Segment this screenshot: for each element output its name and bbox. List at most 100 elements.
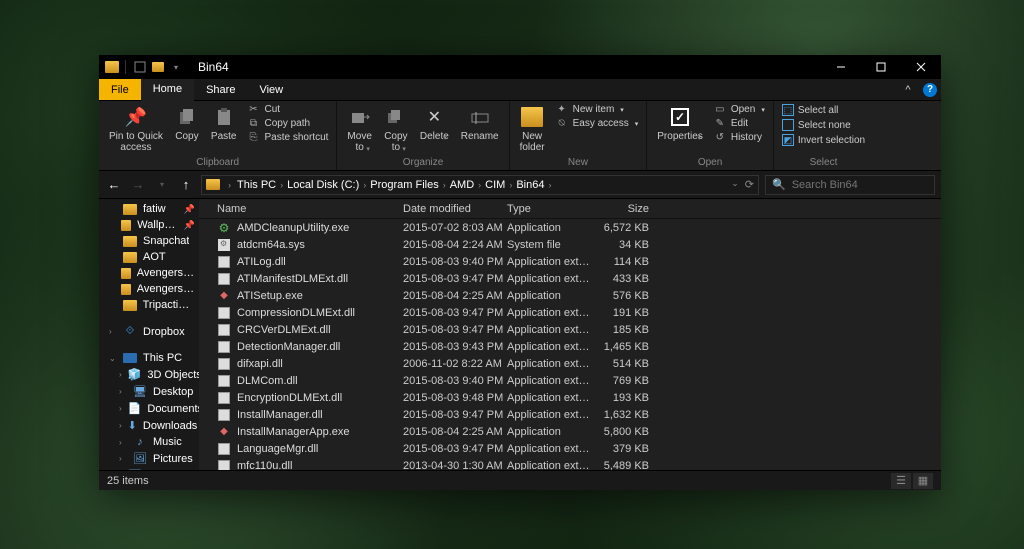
pin-quick-access-button[interactable]: 📌 Pin to Quick access	[105, 103, 167, 155]
copy-button[interactable]: Copy	[171, 103, 203, 144]
maximize-button[interactable]	[861, 55, 901, 79]
chevron-right-icon[interactable]: ›	[109, 327, 117, 336]
close-button[interactable]	[901, 55, 941, 79]
sidebar-item[interactable]: Tripactions	[99, 297, 199, 313]
breadcrumb[interactable]: CIM	[483, 179, 507, 191]
table-row[interactable]: ◆InstallManagerApp.exe2015-08-04 2:25 AM…	[199, 423, 941, 440]
sidebar-item[interactable]: ›📄Documents	[99, 400, 199, 417]
chevron-right-icon[interactable]: ›	[441, 180, 448, 190]
qat-properties-icon[interactable]	[132, 59, 148, 75]
view-details-button[interactable]: ☰	[891, 473, 911, 489]
file-type: Application exten...	[507, 324, 593, 336]
easy-access-button[interactable]: ⍉Easy access▾	[553, 117, 641, 130]
column-date[interactable]: Date modified	[403, 203, 507, 215]
sidebar-item-dropbox[interactable]: › ⟐ Dropbox	[99, 323, 199, 340]
minimize-button[interactable]	[821, 55, 861, 79]
select-all-icon: ⬚	[782, 104, 794, 116]
chevron-right-icon[interactable]: ›	[119, 404, 122, 413]
address-bar[interactable]: › This PC›Local Disk (C:)›Program Files›…	[201, 175, 759, 195]
sidebar-item-thispc[interactable]: ⌄ This PC	[99, 350, 199, 366]
chevron-right-icon[interactable]: ›	[119, 454, 127, 463]
sidebar-item[interactable]: ›⬇Downloads	[99, 417, 199, 434]
chevron-right-icon[interactable]: ›	[119, 421, 122, 430]
sidebar-item[interactable]: Avengers Infinity	[99, 281, 199, 297]
table-row[interactable]: difxapi.dll2006-11-02 8:22 AMApplication…	[199, 355, 941, 372]
table-row[interactable]: DetectionManager.dll2015-08-03 9:43 PMAp…	[199, 338, 941, 355]
address-dropdown-icon[interactable]: ⌄	[731, 178, 739, 191]
help-button[interactable]: ?	[919, 79, 941, 100]
table-row[interactable]: mfc110u.dll2013-04-30 1:30 AMApplication…	[199, 457, 941, 470]
dll-icon	[218, 256, 230, 268]
tab-share[interactable]: Share	[194, 79, 247, 100]
breadcrumb[interactable]: AMD	[448, 179, 476, 191]
copy-path-button[interactable]: ⧉Copy path	[245, 117, 331, 130]
table-row[interactable]: EncryptionDLMExt.dll2015-08-03 9:48 PMAp…	[199, 389, 941, 406]
column-type[interactable]: Type	[507, 203, 593, 215]
new-folder-button[interactable]: New folder	[516, 103, 549, 155]
chevron-right-icon[interactable]: ›	[119, 370, 122, 379]
sidebar-item[interactable]: Avengers Endga	[99, 265, 199, 281]
chevron-right-icon[interactable]: ›	[226, 180, 233, 190]
sidebar-item[interactable]: ›♪Music	[99, 434, 199, 450]
rename-button[interactable]: Rename	[457, 103, 503, 144]
new-item-button[interactable]: ✦New item▾	[553, 103, 641, 116]
invert-selection-button[interactable]: ◩Invert selection	[780, 133, 867, 147]
back-button[interactable]: ←	[105, 177, 123, 192]
search-input[interactable]	[792, 179, 928, 191]
up-button[interactable]: ↑	[177, 177, 195, 192]
table-row[interactable]: LanguageMgr.dll2015-08-03 9:47 PMApplica…	[199, 440, 941, 457]
tab-home[interactable]: Home	[141, 79, 194, 101]
select-all-button[interactable]: ⬚Select all	[780, 103, 867, 117]
properties-button[interactable]: ✓ Properties ▾	[653, 103, 707, 144]
tab-view[interactable]: View	[247, 79, 295, 100]
chevron-right-icon[interactable]: ›	[546, 180, 553, 190]
table-row[interactable]: DLMCom.dll2015-08-03 9:40 PMApplication …	[199, 372, 941, 389]
history-button[interactable]: ↺History	[711, 131, 767, 144]
qat-dropdown-icon[interactable]: ▾	[168, 59, 184, 75]
table-row[interactable]: CompressionDLMExt.dll2015-08-03 9:47 PMA…	[199, 304, 941, 321]
file-name: CRCVerDLMExt.dll	[237, 324, 403, 336]
breadcrumb[interactable]: Program Files	[368, 179, 440, 191]
breadcrumb[interactable]: This PC	[235, 179, 278, 191]
sidebar-item[interactable]: ›🖥Desktop	[99, 383, 199, 400]
table-row[interactable]: CRCVerDLMExt.dll2015-08-03 9:47 PMApplic…	[199, 321, 941, 338]
open-button[interactable]: ▭Open▾	[711, 103, 767, 116]
tab-file[interactable]: File	[99, 79, 141, 100]
sidebar-item[interactable]: Snapchat	[99, 233, 199, 249]
sidebar-item[interactable]: ›🧊3D Objects	[99, 366, 199, 383]
table-row[interactable]: ⚙AMDCleanupUtility.exe2015-07-02 8:03 AM…	[199, 219, 941, 236]
chevron-right-icon[interactable]: ›	[119, 387, 127, 396]
table-row[interactable]: InstallManager.dll2015-08-03 9:47 PMAppl…	[199, 406, 941, 423]
forward-button[interactable]: →	[129, 177, 147, 192]
copy-to-button[interactable]: Copy to ▾	[380, 103, 412, 155]
sidebar-item[interactable]: fatiw📌	[99, 201, 199, 217]
dll-icon	[218, 409, 230, 421]
edit-button[interactable]: ✎Edit	[711, 117, 767, 130]
view-thumbnails-button[interactable]: ▦	[913, 473, 933, 489]
table-row[interactable]: ATILog.dll2015-08-03 9:40 PMApplication …	[199, 253, 941, 270]
table-row[interactable]: ◆ATISetup.exe2015-08-04 2:25 AMApplicati…	[199, 287, 941, 304]
sidebar-item[interactable]: Wallpapers📌	[99, 217, 199, 233]
column-size[interactable]: Size	[593, 203, 655, 215]
sidebar-item[interactable]: AOT	[99, 249, 199, 265]
table-row[interactable]: atdcm64a.sys2015-08-04 2:24 AMSystem fil…	[199, 236, 941, 253]
select-none-button[interactable]: Select none	[780, 118, 867, 132]
ribbon-collapse-icon[interactable]: ^	[897, 79, 919, 100]
recent-locations-button[interactable]: ▾	[153, 180, 171, 189]
qat-newfolder-icon[interactable]	[150, 59, 166, 75]
search-box[interactable]: 🔍	[765, 175, 935, 195]
delete-button[interactable]: ✕ Delete ▾	[416, 103, 453, 144]
table-row[interactable]: ATIManifestDLMExt.dll2015-08-03 9:47 PMA…	[199, 270, 941, 287]
chevron-down-icon[interactable]: ⌄	[109, 354, 117, 363]
column-name[interactable]: Name	[217, 203, 403, 215]
sidebar-item[interactable]: ›🖼Pictures	[99, 450, 199, 467]
file-date: 2015-08-03 9:40 PM	[403, 256, 507, 268]
breadcrumb[interactable]: Local Disk (C:)	[285, 179, 361, 191]
refresh-button[interactable]: ⟳	[745, 178, 754, 191]
cut-button[interactable]: ✂Cut	[245, 103, 331, 116]
paste-shortcut-button[interactable]: ⎘Paste shortcut	[245, 131, 331, 144]
paste-button[interactable]: Paste	[207, 103, 241, 144]
breadcrumb[interactable]: Bin64	[514, 179, 546, 191]
chevron-right-icon[interactable]: ›	[119, 438, 127, 447]
move-to-button[interactable]: Move to ▾	[343, 103, 375, 155]
